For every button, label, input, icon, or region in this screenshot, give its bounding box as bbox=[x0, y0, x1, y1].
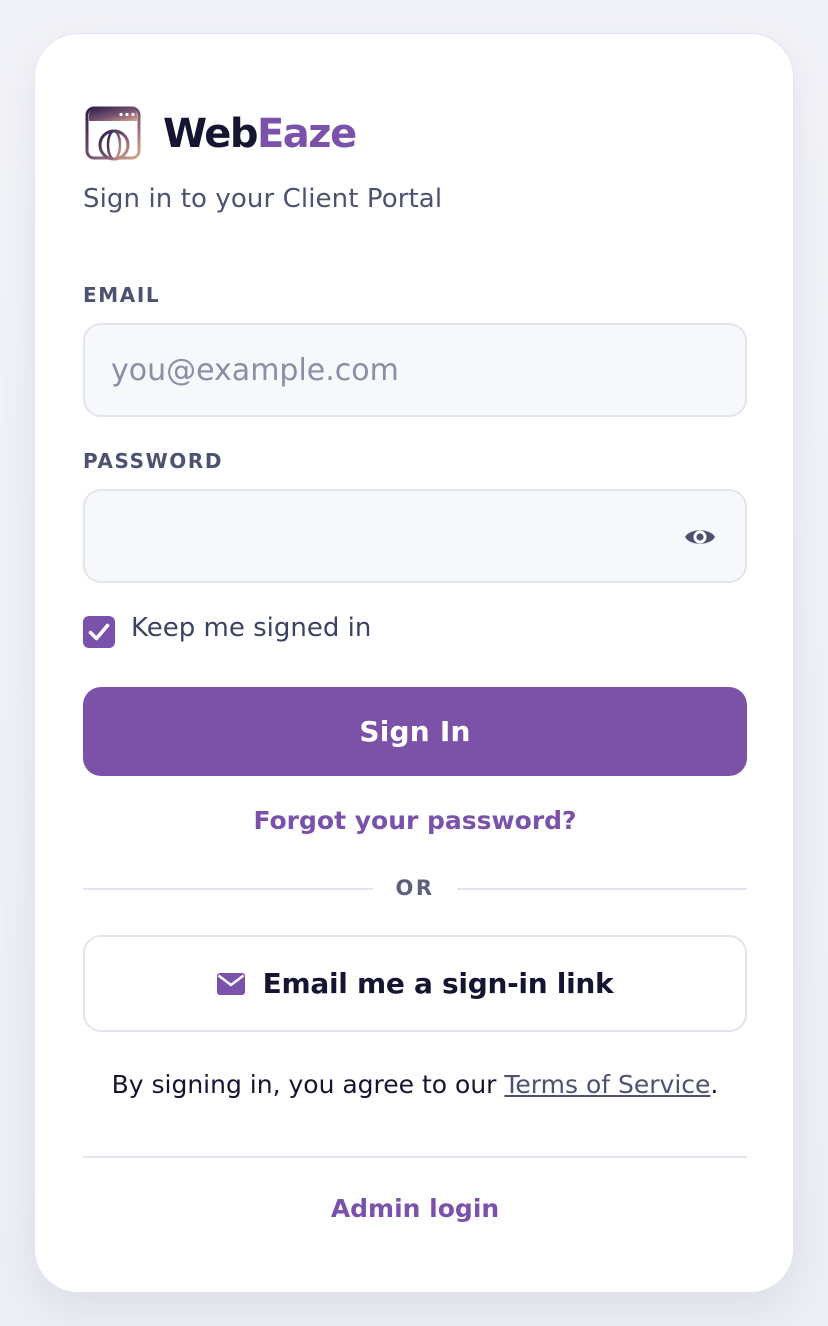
sign-in-button[interactable]: Sign In bbox=[83, 687, 747, 776]
eye-icon[interactable] bbox=[683, 520, 717, 554]
email-sign-in-link-button[interactable]: Email me a sign-in link bbox=[83, 935, 747, 1032]
password-label: PASSWORD bbox=[83, 449, 224, 473]
page-subtitle: Sign in to your Client Portal bbox=[83, 184, 443, 214]
browser-globe-icon bbox=[85, 106, 141, 161]
email-field[interactable] bbox=[83, 323, 747, 417]
forgot-password-link[interactable]: Forgot your password? bbox=[35, 806, 795, 835]
keep-signed-in-checkbox[interactable] bbox=[83, 616, 115, 648]
email-label: EMAIL bbox=[83, 283, 161, 307]
admin-login-link[interactable]: Admin login bbox=[35, 1194, 795, 1223]
email-sign-in-link-label: Email me a sign-in link bbox=[262, 967, 614, 1000]
terms-of-service-link[interactable]: Terms of Service bbox=[504, 1070, 710, 1099]
terms-prefix: By signing in, you agree to our bbox=[111, 1070, 505, 1099]
divider-or-text: OR bbox=[395, 876, 435, 900]
terms-notice: By signing in, you agree to our Terms of… bbox=[35, 1070, 795, 1099]
envelope-icon bbox=[216, 972, 245, 995]
brand-name-part2: Eaze bbox=[256, 111, 357, 157]
footer-divider bbox=[83, 1156, 747, 1158]
brand-wordmark: Web Eaze bbox=[163, 106, 357, 162]
divider-left bbox=[83, 888, 373, 890]
keep-signed-in-label[interactable]: Keep me signed in bbox=[131, 613, 371, 643]
check-icon bbox=[88, 623, 110, 641]
login-card: Web Eaze Sign in to your Client Portal EM… bbox=[34, 33, 794, 1293]
brand-name-part1: Web bbox=[163, 111, 258, 157]
divider-right bbox=[457, 888, 747, 890]
terms-suffix: . bbox=[710, 1070, 719, 1099]
password-field[interactable] bbox=[83, 489, 747, 583]
